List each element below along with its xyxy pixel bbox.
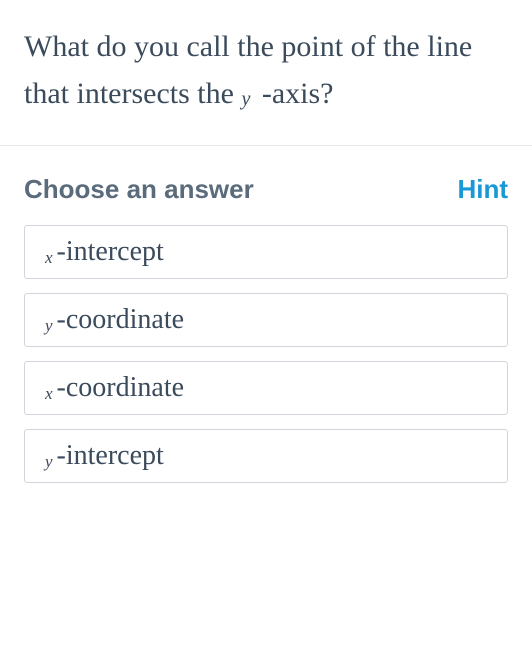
choose-answer-label: Choose an answer	[24, 174, 254, 205]
option-text: -intercept	[57, 236, 164, 268]
option-y-intercept[interactable]: y -intercept	[24, 429, 508, 483]
option-var: x	[45, 384, 53, 404]
option-var: x	[45, 248, 53, 268]
question-var: y	[241, 88, 250, 110]
option-var: y	[45, 316, 53, 336]
option-var: y	[45, 452, 53, 472]
option-text: -intercept	[57, 440, 164, 472]
option-x-coordinate[interactable]: x -coordinate	[24, 361, 508, 415]
option-y-coordinate[interactable]: y -coordinate	[24, 293, 508, 347]
options-list: x -intercept y -coordinate x -coordinate…	[0, 225, 532, 483]
option-x-intercept[interactable]: x -intercept	[24, 225, 508, 279]
question-text: What do you call the point of the line t…	[24, 24, 508, 117]
question-area: What do you call the point of the line t…	[0, 0, 532, 145]
option-text: -coordinate	[57, 304, 185, 336]
answer-header: Choose an answer Hint	[0, 146, 532, 225]
question-part2: -axis?	[254, 77, 333, 110]
hint-button[interactable]: Hint	[457, 174, 508, 205]
option-text: -coordinate	[57, 372, 185, 404]
